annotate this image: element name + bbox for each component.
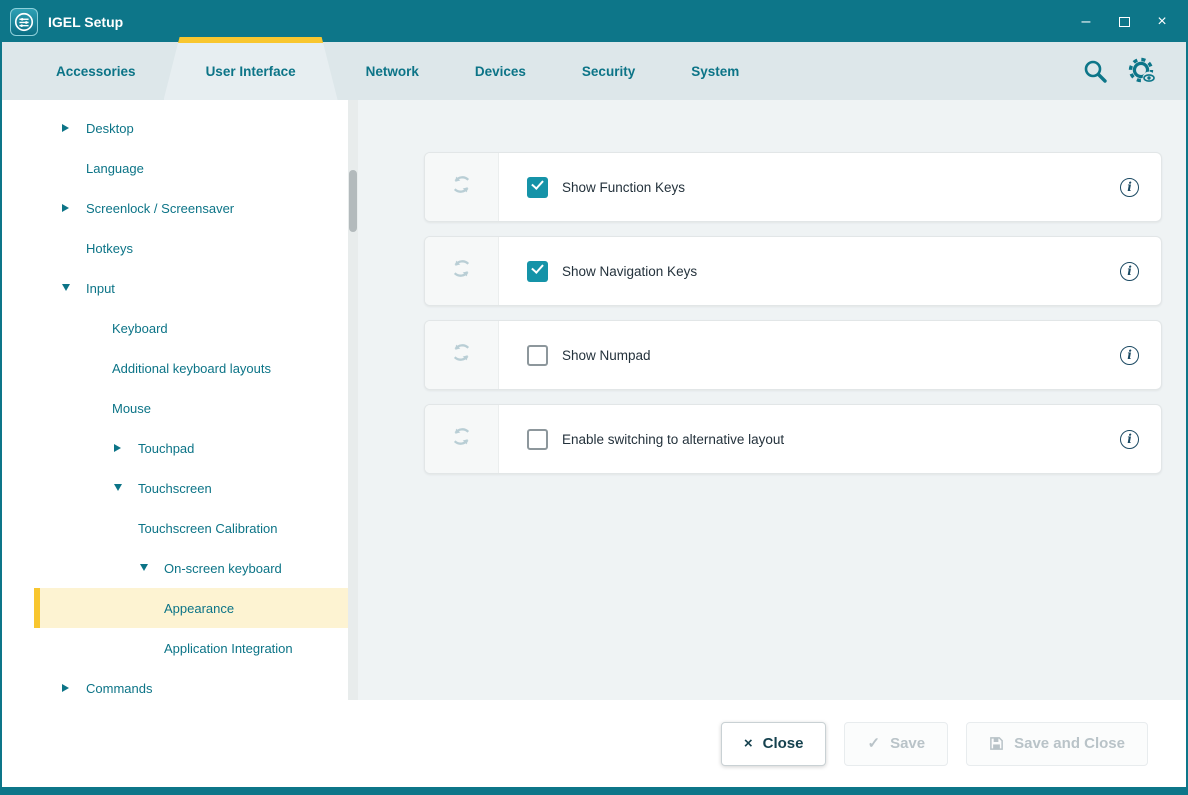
sidebar-scrollbar[interactable] [348, 100, 358, 700]
titlebar: IGEL Setup – × [2, 2, 1186, 42]
scrollbar-thumb[interactable] [349, 170, 357, 232]
bottom-accent-strip [2, 787, 1186, 793]
sidebar-item-touchpad[interactable]: Touchpad [34, 428, 348, 468]
sidebar-item-label: Commands [34, 681, 152, 696]
sidebar-item-label: Desktop [34, 121, 134, 136]
sidebar-item-label: Touchscreen [34, 481, 212, 496]
sync-icon[interactable] [449, 172, 474, 202]
setting-label: Show Navigation Keys [562, 264, 1120, 279]
igel-logo-icon [10, 8, 38, 36]
tab-accessories[interactable]: Accessories [28, 42, 164, 100]
chevron-right-icon[interactable] [62, 204, 69, 212]
sidebar-item-application-integration[interactable]: Application Integration [34, 628, 348, 668]
reset-parameter-cell[interactable] [425, 237, 499, 305]
save-button[interactable]: ✓ Save [844, 722, 948, 766]
tab-user-interface[interactable]: User Interface [164, 37, 338, 100]
sync-icon[interactable] [449, 340, 474, 370]
info-icon[interactable]: i [1120, 178, 1139, 197]
setting-label: Show Numpad [562, 348, 1120, 363]
chevron-right-icon[interactable] [62, 124, 69, 132]
tab-actions [1082, 42, 1186, 100]
sync-icon[interactable] [449, 256, 474, 286]
check-icon: ✓ [867, 736, 880, 751]
sidebar-item-label: Keyboard [34, 321, 168, 336]
chevron-right-icon[interactable] [62, 684, 69, 692]
setting-row-show-numpad: Show Numpadi [424, 320, 1162, 390]
maximize-button[interactable] [1112, 9, 1136, 35]
sidebar-item-touchscreen-calibration[interactable]: Touchscreen Calibration [34, 508, 348, 548]
reset-parameter-cell[interactable] [425, 153, 499, 221]
sidebar-item-label: Appearance [40, 601, 234, 616]
sidebar-item-label: Application Integration [34, 641, 293, 656]
sidebar-item-language[interactable]: Language [34, 148, 348, 188]
reset-parameter-cell[interactable] [425, 405, 499, 473]
setup-options-gear-icon[interactable] [1128, 57, 1156, 85]
sidebar-item-label: Input [34, 281, 115, 296]
window-title: IGEL Setup [48, 14, 1074, 30]
sidebar-item-input[interactable]: Input [34, 268, 348, 308]
save-button-label: Save [890, 735, 925, 752]
sidebar-item-screenlock-screensaver[interactable]: Screenlock / Screensaver [34, 188, 348, 228]
setting-row-show-navigation-keys: Show Navigation Keysi [424, 236, 1162, 306]
sidebar-item-appearance[interactable]: Appearance [34, 588, 348, 628]
sync-icon[interactable] [449, 424, 474, 454]
checkbox-show-navigation-keys[interactable] [527, 261, 548, 282]
sidebar-item-label: Hotkeys [34, 241, 133, 256]
setting-row-enable-switching-to-alternative-layout: Enable switching to alternative layouti [424, 404, 1162, 474]
reset-parameter-cell[interactable] [425, 321, 499, 389]
save-and-close-button-label: Save and Close [1014, 735, 1125, 752]
floppy-disk-icon [989, 736, 1004, 751]
sidebar-item-on-screen-keyboard[interactable]: On-screen keyboard [34, 548, 348, 588]
search-icon[interactable] [1082, 58, 1108, 84]
sidebar-item-label: On-screen keyboard [34, 561, 282, 576]
window-controls: – × [1074, 9, 1174, 35]
tab-devices[interactable]: Devices [447, 42, 554, 100]
chevron-right-icon[interactable] [114, 444, 121, 452]
igel-setup-window: IGEL Setup – × AccessoriesUser Interface… [0, 0, 1188, 795]
sidebar-tree: Desktop Language Screenlock / Screensaver H… [2, 100, 348, 700]
chevron-down-icon[interactable] [62, 284, 70, 291]
sidebar-item-label: Language [34, 161, 144, 176]
close-window-button[interactable]: × [1150, 9, 1174, 35]
checkbox-show-numpad[interactable] [527, 345, 548, 366]
tab-list: AccessoriesUser InterfaceNetworkDevicesS… [28, 42, 767, 100]
save-and-close-button[interactable]: Save and Close [966, 722, 1148, 766]
sidebar-item-label: Additional keyboard layouts [34, 361, 271, 376]
sidebar-item-touchscreen[interactable]: Touchscreen [34, 468, 348, 508]
main-body: Desktop Language Screenlock / Screensaver H… [2, 100, 1186, 700]
sidebar-item-keyboard[interactable]: Keyboard [34, 308, 348, 348]
checkbox-show-function-keys[interactable] [527, 177, 548, 198]
close-button-label: Close [763, 735, 804, 752]
chevron-down-icon[interactable] [114, 484, 122, 491]
sidebar-item-commands[interactable]: Commands [34, 668, 348, 700]
tab-bar: AccessoriesUser InterfaceNetworkDevicesS… [2, 42, 1186, 100]
sidebar-item-additional-keyboard-layouts[interactable]: Additional keyboard layouts [34, 348, 348, 388]
sidebar-item-label: Touchscreen Calibration [34, 521, 277, 536]
chevron-down-icon[interactable] [140, 564, 148, 571]
info-icon[interactable]: i [1120, 346, 1139, 365]
tab-network[interactable]: Network [338, 42, 447, 100]
info-icon[interactable]: i [1120, 430, 1139, 449]
sidebar-item-hotkeys[interactable]: Hotkeys [34, 228, 348, 268]
footer-bar: × Close ✓ Save Save and Close [2, 700, 1186, 787]
minimize-button[interactable]: – [1074, 9, 1098, 35]
tab-system[interactable]: System [663, 42, 767, 100]
close-button[interactable]: × Close [721, 722, 827, 766]
tab-security[interactable]: Security [554, 42, 663, 100]
settings-panel: Show Function KeysiShow Navigation Keysi… [358, 100, 1186, 700]
checkbox-enable-switching-to-alternative-layout[interactable] [527, 429, 548, 450]
setting-label: Enable switching to alternative layout [562, 432, 1120, 447]
setting-row-show-function-keys: Show Function Keysi [424, 152, 1162, 222]
sidebar-item-desktop[interactable]: Desktop [34, 108, 348, 148]
sidebar-item-mouse[interactable]: Mouse [34, 388, 348, 428]
setting-label: Show Function Keys [562, 180, 1120, 195]
close-icon: × [744, 736, 753, 751]
info-icon[interactable]: i [1120, 262, 1139, 281]
maximize-icon [1119, 17, 1130, 27]
sidebar-item-label: Mouse [34, 401, 151, 416]
